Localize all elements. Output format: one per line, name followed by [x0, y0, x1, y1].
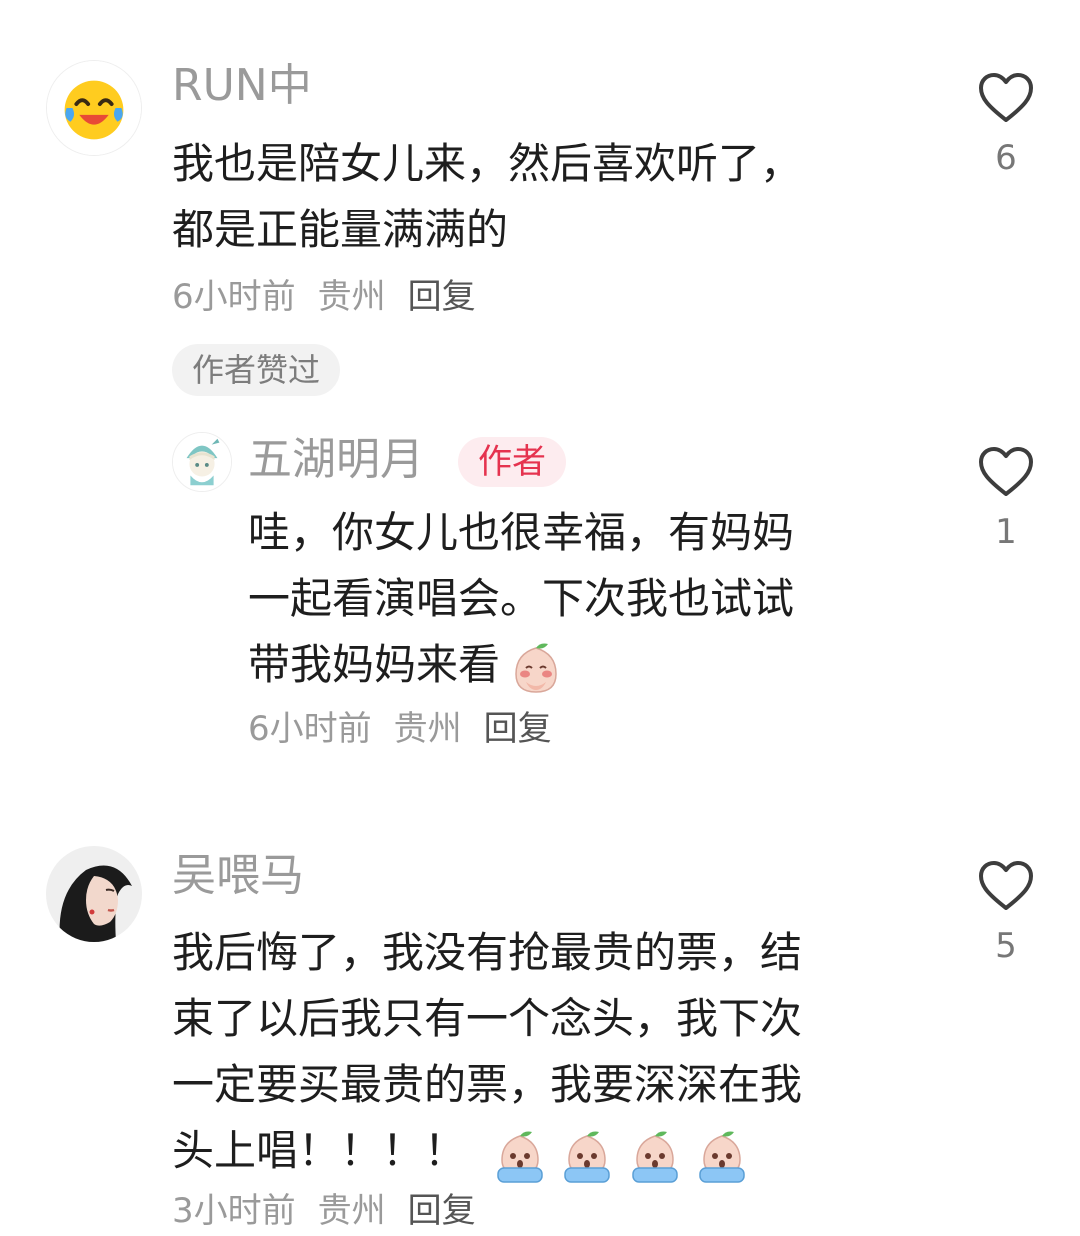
like-count: 6 [995, 138, 1017, 178]
heart-icon [979, 447, 1033, 496]
comment-username[interactable]: RUN中 [172, 58, 312, 114]
like-count: 1 [995, 512, 1017, 552]
crying-peach-sticker-icon [631, 1131, 678, 1183]
like-button[interactable]: 6 [976, 72, 1036, 178]
comment-location: 贵州 [317, 1191, 386, 1231]
comment-location: 贵州 [393, 709, 462, 749]
author-liked-badge: 作者赞过 [172, 344, 341, 396]
comment-text-line: 一定要买最贵的票，我要深深在我 [172, 1060, 803, 1109]
shy-peach-sticker-icon [515, 643, 557, 693]
comment-text-line: 带我妈妈来看 [248, 640, 501, 689]
woman-photo-avatar [46, 846, 142, 942]
comment-text-line-with-sticker: 带我妈妈来看 [248, 632, 794, 698]
crying-peach-sticker-icon [564, 1131, 611, 1183]
like-count: 5 [995, 926, 1017, 966]
sticker-group [492, 1121, 748, 1187]
heart-icon [979, 861, 1033, 910]
like-button[interactable]: 1 [976, 446, 1036, 552]
comment-text-line: 我后悔了，我没有抢最贵的票，结 [172, 928, 803, 977]
comment-text: 哇，你女儿也很幸福，有妈妈 一起看演唱会。下次我也试试 带我妈妈来看 [248, 500, 794, 698]
comment-time: 6小时前 [172, 277, 296, 317]
comment-text-line: 一起看演唱会。下次我也试试 [248, 574, 795, 623]
comment-time: 3小时前 [172, 1191, 296, 1231]
heart-icon [979, 73, 1033, 122]
avatar[interactable] [172, 432, 232, 492]
avatar[interactable] [46, 846, 142, 942]
crying-peach-sticker-icon [699, 1131, 745, 1183]
reply-button[interactable]: 回复 [484, 709, 552, 749]
comment-username[interactable]: 吴喂马 [172, 848, 304, 904]
comment-text: 我后悔了，我没有抢最贵的票，结 束了以后我只有一个念头，我下次 一定要买最贵的票… [172, 920, 802, 1187]
comment-meta: 6小时前 贵州 回复 [172, 272, 498, 322]
comment-time: 6小时前 [248, 709, 372, 749]
comment-text-line: 束了以后我只有一个念头，我下次 [172, 994, 803, 1043]
author-tag-badge: 作者 [458, 437, 566, 487]
like-button[interactable]: 5 [976, 860, 1036, 966]
avatar[interactable] [46, 60, 142, 156]
crying-peach-sticker-icon [497, 1131, 543, 1183]
comment-text-line: 哇，你女儿也很幸福，有妈妈 [248, 508, 795, 557]
comment-text: 我也是陪女儿来，然后喜欢听了， 都是正能量满满的 [172, 131, 802, 263]
comment-username[interactable]: 五湖明月 [248, 432, 424, 488]
reply-button[interactable]: 回复 [408, 1191, 476, 1231]
laughing-emoji-icon [47, 61, 141, 155]
comment-meta: 6小时前 贵州 回复 [248, 704, 574, 754]
comment-text-line: 我也是陪女儿来，然后喜欢听了， [172, 139, 803, 188]
comment-meta: 3小时前 贵州 回复 [172, 1186, 498, 1236]
comment-text-line: 头上唱！！！！ [172, 1126, 467, 1175]
comment-text-line-with-sticker: 头上唱！！！！ [172, 1118, 802, 1187]
comment-location: 贵州 [317, 277, 386, 317]
comment-text-line: 都是正能量满满的 [172, 205, 509, 254]
anime-character-avatar [173, 433, 231, 491]
reply-button[interactable]: 回复 [408, 277, 476, 317]
